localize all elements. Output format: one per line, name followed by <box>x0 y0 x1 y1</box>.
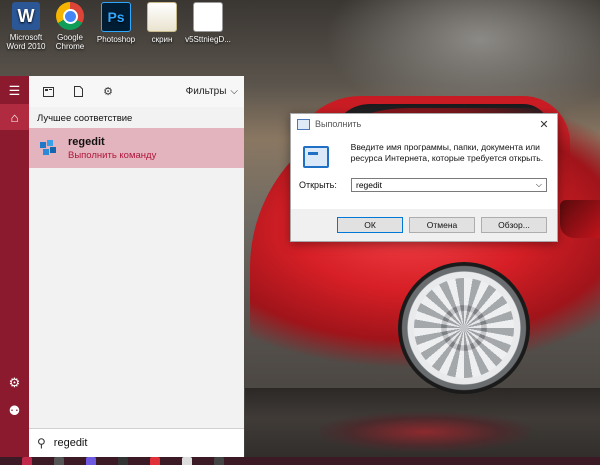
run-dialog: Выполнить ✕ Введите имя программы, папки… <box>290 113 558 242</box>
run-titlebar-icon <box>297 118 310 130</box>
run-open-value: regedit <box>356 180 382 190</box>
taskbar-search-icon[interactable] <box>54 457 64 465</box>
document-icon <box>193 2 223 32</box>
ok-button[interactable]: ОК <box>337 217 403 233</box>
desktop-icon-label: скрин <box>151 35 173 44</box>
search-input[interactable] <box>51 436 206 450</box>
search-results-panel: ⚙ Фильтры ⌵ Лучшее соответствие regedit … <box>29 76 244 457</box>
photoshop-icon: Ps <box>101 2 131 32</box>
taskbar-app-icon[interactable] <box>150 457 160 465</box>
taskbar-app-icon[interactable] <box>118 457 128 465</box>
start-button[interactable] <box>22 457 32 465</box>
puddle-reflection <box>320 412 530 452</box>
hamburger-icon[interactable]: ☰ <box>0 78 29 104</box>
folder-icon <box>147 2 177 32</box>
home-icon[interactable]: ⌂ <box>0 104 29 130</box>
apps-filter-icon[interactable] <box>37 81 59 103</box>
car-taillight <box>560 200 600 238</box>
settings-filter-icon[interactable]: ⚙ <box>97 81 119 103</box>
start-menu-rail: ☰ ⌂ ⚙ ⚉ <box>0 76 29 457</box>
taskbar-search-box[interactable]: ⚲ <box>29 428 244 457</box>
filters-dropdown[interactable]: Фильтры ⌵ <box>186 86 238 97</box>
run-open-row: Открыть: regedit ⌵ <box>291 168 557 192</box>
taskbar-app-icon[interactable] <box>86 457 96 465</box>
run-dialog-titlebar[interactable]: Выполнить ✕ <box>291 114 557 134</box>
desktop-icon-photoshop[interactable]: Ps Photoshop <box>90 2 142 44</box>
taskbar <box>0 457 600 465</box>
word-icon: W <box>12 2 40 30</box>
desktop-icon-skrin[interactable]: скрин <box>136 2 188 44</box>
feedback-icon[interactable]: ⚉ <box>0 398 29 424</box>
settings-gear-icon[interactable]: ⚙ <box>0 370 29 396</box>
best-match-subtitle: Выполнить команду <box>68 149 157 161</box>
browse-button[interactable]: Обзор... <box>481 217 547 233</box>
run-dialog-footer: ОК Отмена Обзор... <box>291 209 557 241</box>
desktop-icon-label: Photoshop <box>96 35 136 44</box>
desktop-icon-chrome[interactable]: Google Chrome <box>44 2 96 51</box>
desktop-icon-label: Google Chrome <box>55 33 85 51</box>
cancel-button[interactable]: Отмена <box>409 217 475 233</box>
documents-filter-icon[interactable] <box>67 81 89 103</box>
chevron-down-icon: ⌵ <box>230 86 238 97</box>
search-toolbar: ⚙ Фильтры ⌵ <box>29 76 244 107</box>
wheel-spokes <box>414 278 514 378</box>
desktop-icon-document[interactable]: v5SttniegD... <box>182 2 234 44</box>
regedit-icon <box>37 137 59 159</box>
taskbar-app-icon[interactable] <box>182 457 192 465</box>
run-open-combobox[interactable]: regedit ⌵ <box>351 178 547 192</box>
run-program-icon <box>303 146 329 168</box>
chrome-icon <box>56 2 84 30</box>
run-dialog-title: Выполнить <box>315 119 362 129</box>
close-icon[interactable]: ✕ <box>531 118 557 131</box>
best-match-heading: Лучшее соответствие <box>37 113 133 124</box>
filters-label: Фильтры <box>185 86 227 97</box>
run-dialog-body: Введите имя программы, папки, документа … <box>291 134 557 168</box>
taskbar-app-icon[interactable] <box>214 457 224 465</box>
run-open-label: Открыть: <box>299 180 337 190</box>
run-dialog-description: Введите имя программы, папки, документа … <box>350 142 544 163</box>
chevron-down-icon[interactable]: ⌵ <box>536 180 542 190</box>
search-icon: ⚲ <box>37 436 46 450</box>
desktop-icon-label: v5SttniegD... <box>185 35 231 44</box>
best-match-item[interactable]: regedit Выполнить команду <box>29 128 244 168</box>
best-match-title: regedit <box>68 135 105 148</box>
